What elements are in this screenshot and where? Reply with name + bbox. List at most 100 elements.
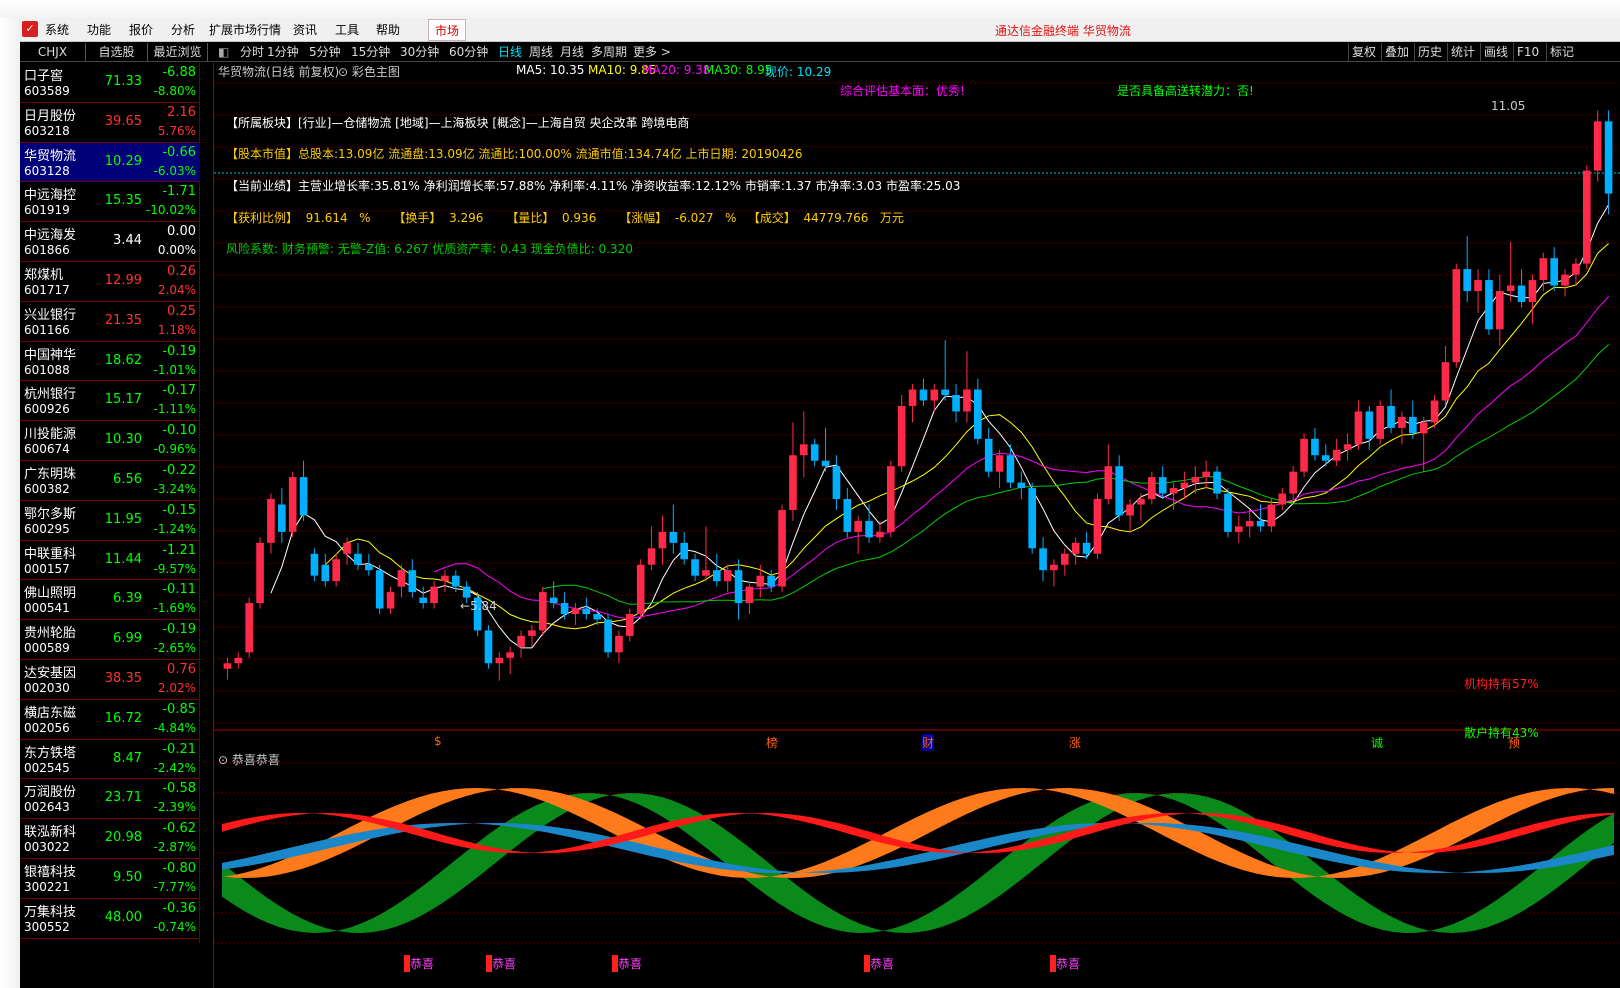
stock-price: 18.62 xyxy=(104,352,142,368)
toolbar-tab[interactable]: 统计 xyxy=(1447,43,1478,61)
period-tab[interactable]: 日线 xyxy=(498,43,522,61)
sidebar-toggle-icon[interactable]: ◧ xyxy=(218,43,229,61)
candle xyxy=(332,553,340,587)
candle xyxy=(1093,493,1102,560)
stock-change: -0.85 xyxy=(162,701,196,717)
stock-row[interactable]: 联泓新科 003022 20.98 -0.62 -2.87% xyxy=(20,819,200,859)
event-marker[interactable]: 预 xyxy=(1508,734,1520,751)
event-marker[interactable]: 诚 xyxy=(1371,734,1383,751)
stock-row[interactable]: 万润股份 002643 23.71 -0.58 -2.39% xyxy=(20,779,200,820)
stock-price: 3.44 xyxy=(113,233,142,249)
stock-row[interactable]: 万集科技 300552 48.00 -0.36 -0.74% xyxy=(20,899,200,939)
low-price-label: ←5.84 xyxy=(460,599,497,613)
stock-change: 0.76 xyxy=(167,662,196,677)
stock-change: -0.11 xyxy=(162,582,196,598)
toolbar-tab[interactable]: F10 xyxy=(1513,43,1542,61)
stock-change: -0.19 xyxy=(162,622,196,638)
period-tab[interactable]: 60分钟 xyxy=(449,43,488,61)
stock-price: 23.71 xyxy=(104,790,142,806)
period-tab[interactable]: 分时 xyxy=(240,43,264,61)
menu-tools[interactable]: 工具 xyxy=(335,22,359,38)
stock-change: -1.21 xyxy=(162,542,196,558)
stock-name: 银禧科技 xyxy=(24,865,77,880)
tab-watchlist[interactable]: 自选股 xyxy=(86,43,148,61)
candle xyxy=(680,531,688,565)
toolbar-tab[interactable]: 叠加 xyxy=(1381,43,1412,61)
bonus-potential: 是否具备高送转潜力：否! xyxy=(1117,84,1254,98)
period-tab[interactable]: 多周期 xyxy=(591,43,627,61)
stock-row[interactable]: 郑煤机 601717 12.99 0.26 2.04% xyxy=(20,262,200,302)
period-tab[interactable]: 5分钟 xyxy=(309,43,341,61)
event-marker[interactable]: 榜 xyxy=(766,734,778,751)
event-marker[interactable]: $ xyxy=(434,734,442,748)
kline-chart-area[interactable]: 华贸物流(日线 前复权) ⊙ 彩色主图 MA5: 10.35 MA10: 9.8… xyxy=(214,63,1620,988)
stock-row[interactable]: 川投能源 600674 10.30 -0.10 -0.96% xyxy=(20,421,200,461)
period-tab[interactable]: 15分钟 xyxy=(351,43,390,61)
ma10-line xyxy=(324,243,1609,630)
menu-quote[interactable]: 报价 xyxy=(129,22,153,38)
stock-row[interactable]: 中远海发 601866 3.44 0.00 0.00% xyxy=(20,222,200,262)
candle xyxy=(1561,269,1569,297)
profit-ratio-label: 【获利比例】 xyxy=(226,211,299,225)
stock-row[interactable]: 中远海控 601919 15.35 -1.71 -10.02% xyxy=(20,182,200,223)
market-tab[interactable]: 市场 xyxy=(428,19,466,41)
period-tab[interactable]: 1分钟 xyxy=(267,43,299,61)
candle xyxy=(1061,548,1069,576)
stock-change: -0.36 xyxy=(162,900,196,916)
stock-code: 601166 xyxy=(24,322,70,337)
menu-help[interactable]: 帮助 xyxy=(376,22,400,38)
period-tab[interactable]: 30分钟 xyxy=(400,43,439,61)
amount-label: 【成交】 xyxy=(747,211,796,225)
stock-row[interactable]: 横店东磁 002056 16.72 -0.85 -4.84% xyxy=(20,700,200,740)
stock-change: -1.71 xyxy=(162,184,196,200)
stock-row[interactable]: 兴业银行 601166 21.35 0.25 1.18% xyxy=(20,302,200,342)
menu-analysis[interactable]: 分析 xyxy=(171,22,195,38)
period-tab[interactable]: 周线 xyxy=(529,43,553,61)
candle xyxy=(1376,400,1384,445)
stock-row[interactable]: 日月股份 603218 39.65 2.16 5.76% xyxy=(20,103,200,143)
toolbar-tab[interactable]: 画线 xyxy=(1480,43,1511,61)
stock-row[interactable]: 中联重科 000157 11.44 -1.21 -9.57% xyxy=(20,541,200,581)
app-logo-icon[interactable]: ✓ xyxy=(22,21,38,37)
sub-indicator-title[interactable]: ⊙ 恭喜恭喜 xyxy=(218,751,280,768)
stock-row[interactable]: 达安基因 002030 38.35 0.76 2.02% xyxy=(20,660,200,700)
toolbar-tab[interactable]: 历史 xyxy=(1414,43,1445,61)
toolbar-tab[interactable]: 标记 xyxy=(1546,43,1577,61)
menu-system[interactable]: 系统 xyxy=(45,22,69,38)
stock-price: 9.50 xyxy=(113,870,142,885)
stock-row[interactable]: 佛山照明 000541 6.39 -0.11 -1.69% xyxy=(20,580,200,621)
stock-row[interactable]: 华贸物流 603128 10.29 -0.66 -6.03% xyxy=(20,142,200,183)
toolbar-tab[interactable]: 复权 xyxy=(1348,43,1379,61)
stock-change: -0.80 xyxy=(162,861,196,876)
stock-row[interactable]: 银禧科技 300221 9.50 -0.80 -7.77% xyxy=(20,859,200,899)
tab-chjx[interactable]: CHJX xyxy=(20,43,86,61)
stock-row[interactable]: 杭州银行 600926 15.17 -0.17 -1.11% xyxy=(20,381,200,422)
stock-code: 300552 xyxy=(24,919,70,934)
stock-price: 6.99 xyxy=(113,631,142,647)
candle xyxy=(854,515,862,554)
stock-row[interactable]: 贵州轮胎 000589 6.99 -0.19 -2.65% xyxy=(20,620,200,660)
kline-chart[interactable] xyxy=(214,63,1620,988)
menu-extended-market[interactable]: 扩展市场行情 xyxy=(209,22,281,38)
menu-news[interactable]: 资讯 xyxy=(293,22,317,38)
tab-bar: CHJX 自选股 最近浏览 ◧ 分时 1分钟 5分钟 15分钟 30分钟 60分钟 日线 周线… xyxy=(20,42,1620,62)
stock-name: 中远海发 xyxy=(24,228,77,244)
stock-change: -6.88 xyxy=(162,65,196,80)
stock-row[interactable]: 中国神华 601088 18.62 -0.19 -1.01% xyxy=(20,342,200,382)
candle xyxy=(321,553,330,587)
period-tab[interactable]: 更多 > xyxy=(633,43,671,61)
stock-row[interactable]: 东方铁塔 002545 8.47 -0.21 -2.42% xyxy=(20,740,200,780)
menu-function[interactable]: 功能 xyxy=(87,22,111,38)
chart-style-selector[interactable]: ⊙ 彩色主图 xyxy=(338,63,400,80)
stock-row[interactable]: 广东明珠 600382 6.56 -0.22 -3.24% xyxy=(20,461,200,501)
event-marker[interactable]: 涨 xyxy=(1069,734,1081,751)
ma20-value: MA20: 9.38 xyxy=(642,63,711,77)
event-marker[interactable]: 财 xyxy=(922,734,935,751)
stock-row[interactable]: 口子窖 603589 71.33 -6.88 -8.80% xyxy=(20,63,200,103)
candle xyxy=(1604,110,1613,215)
stock-row[interactable]: 鄂尔多斯 600295 11.95 -0.15 -1.24% xyxy=(20,501,200,541)
tab-recent[interactable]: 最近浏览 xyxy=(148,43,208,61)
stock-name: 郑煤机 xyxy=(24,268,64,283)
candle xyxy=(1528,274,1537,324)
period-tab[interactable]: 月线 xyxy=(560,43,584,61)
